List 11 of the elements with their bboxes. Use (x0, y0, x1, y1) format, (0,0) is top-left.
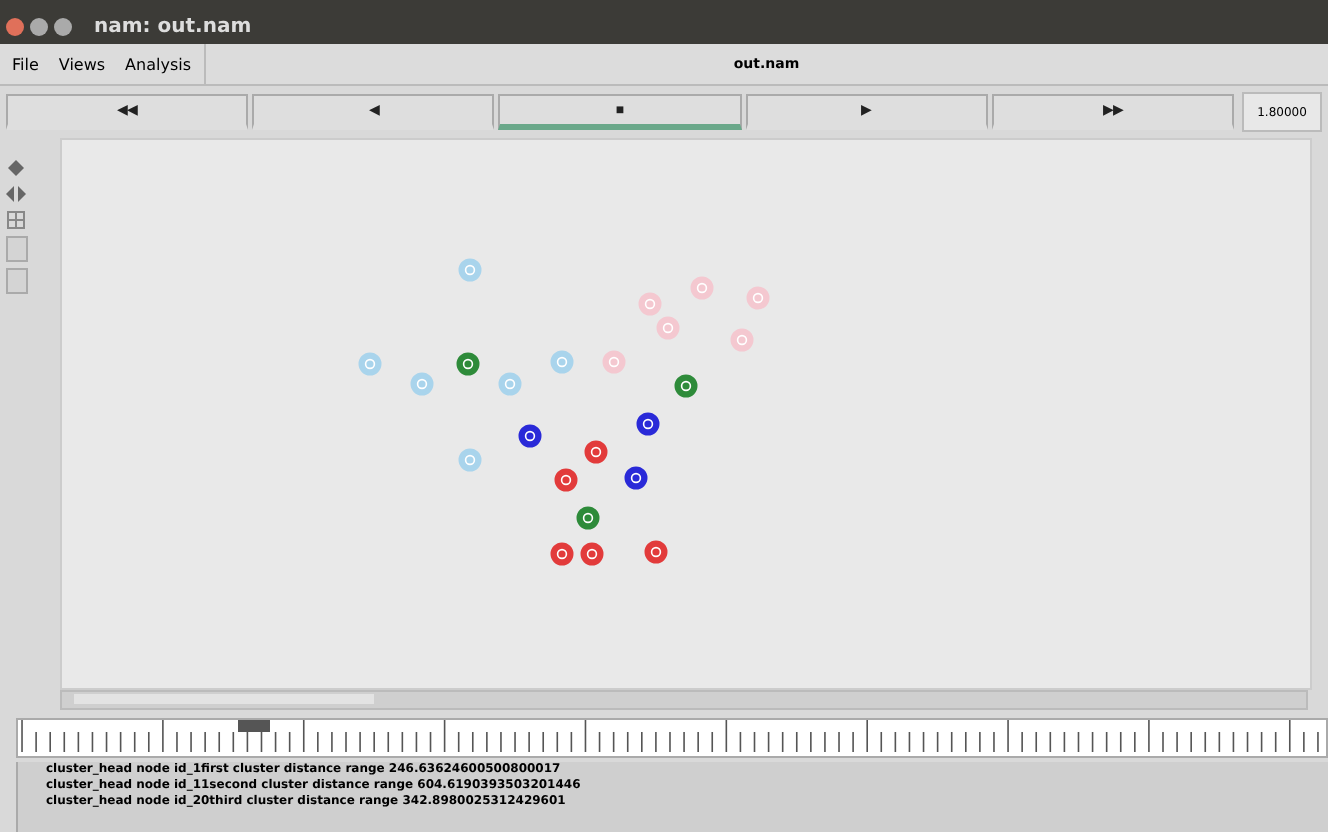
grid-icon[interactable] (4, 210, 28, 230)
menu-item[interactable]: Views (58, 55, 106, 73)
maximize-button[interactable] (54, 17, 72, 35)
timeline-ruler[interactable] (16, 718, 1328, 758)
time-marker[interactable] (238, 720, 270, 732)
minimize-button[interactable] (30, 17, 48, 35)
menu-item[interactable]: Analysis (125, 55, 192, 73)
scrollbar[interactable] (60, 690, 1308, 710)
close-button[interactable] (6, 17, 24, 35)
window-title: nam: out.nam (94, 15, 252, 37)
menu-item[interactable]: File (12, 55, 39, 73)
